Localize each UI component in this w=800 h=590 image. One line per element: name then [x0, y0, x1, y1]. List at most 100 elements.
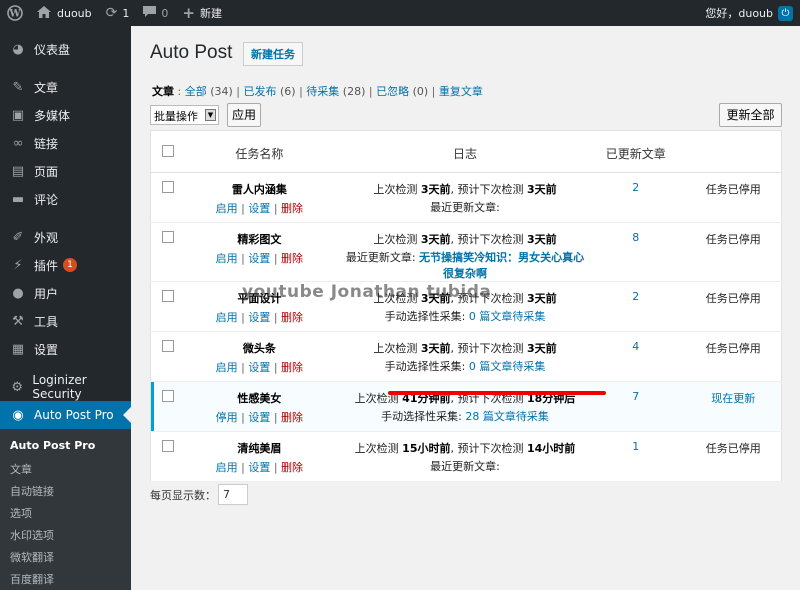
updated-count-cell: 7: [585, 381, 686, 432]
filter-duplicate[interactable]: 重复文章: [439, 85, 483, 98]
menu-settings[interactable]: ▦ 设置: [0, 335, 131, 363]
settings-task-link[interactable]: 设置: [248, 252, 270, 265]
log-link[interactable]: 无节操搞笑冷知识：男女关心真心很复杂啊: [419, 251, 584, 280]
updated-count-link[interactable]: 2: [632, 290, 639, 303]
per-page-input[interactable]: 7: [218, 484, 248, 505]
menu-links[interactable]: ∞ 链接: [0, 129, 131, 157]
task-name-cell: 雷人内涵集 启用 | 设置 | 删除: [174, 172, 345, 223]
menu-loginizer[interactable]: ⚙ Loginizer Security: [0, 373, 131, 401]
menu-dashboard[interactable]: ◕ 仪表盘: [0, 35, 131, 63]
updated-count-link[interactable]: 2: [632, 181, 639, 194]
submenu-microsoft-translate[interactable]: 微软翻译: [0, 545, 131, 567]
row-actions: 启用 | 设置 | 删除: [174, 250, 344, 266]
menu-media[interactable]: ▣ 多媒体: [0, 101, 131, 129]
dashboard-icon: ◕: [12, 41, 24, 57]
updated-count-link[interactable]: 7: [632, 390, 639, 403]
menu-comments[interactable]: ▬ 评论: [0, 185, 131, 213]
comments-link[interactable]: 0: [136, 0, 175, 26]
delete-task-link[interactable]: 删除: [281, 202, 303, 215]
next-check-time: 3天前: [526, 292, 557, 305]
task-status: 任务已停用: [705, 233, 761, 246]
menu-label: 用户: [34, 286, 59, 301]
row-checkbox[interactable]: [162, 340, 174, 352]
menu-plugins[interactable]: ⚡ 插件 1: [0, 251, 131, 279]
submenu-options[interactable]: 选项: [0, 501, 131, 523]
submenu-auto-post-pro[interactable]: Auto Post Pro: [0, 435, 131, 457]
task-name: 雷人内涵集: [231, 183, 287, 196]
filter-pending[interactable]: 待采集: [306, 85, 339, 98]
table-row: 微头条 启用 | 设置 | 删除 上次检测 3天前, 预计下次检测 3天前 手动选择性…: [150, 331, 782, 382]
toggle-task-link[interactable]: 停用: [216, 411, 238, 424]
menu-posts[interactable]: ✎ 文章: [0, 73, 131, 101]
submenu-auto-links[interactable]: 自动链接: [0, 479, 131, 501]
row-checkbox[interactable]: [162, 181, 174, 193]
log-link[interactable]: 28 篇文章待采集: [465, 410, 549, 423]
submenu-watermark-options[interactable]: 水印选项: [0, 523, 131, 545]
menu-tools[interactable]: ⚒ 工具: [0, 307, 131, 335]
updated-count-link[interactable]: 4: [632, 340, 639, 353]
menu-pages[interactable]: ▤ 页面: [0, 157, 131, 185]
submenu-baidu-translate[interactable]: 百度翻译: [0, 567, 131, 589]
page-icon: ▤: [11, 163, 25, 179]
updates-link[interactable]: ⟳ 1: [99, 0, 137, 26]
delete-task-link[interactable]: 删除: [281, 311, 303, 324]
menu-appearance[interactable]: ✐ 外观: [0, 223, 131, 251]
settings-task-link[interactable]: 设置: [248, 361, 270, 374]
comment-icon: ▬: [11, 191, 25, 207]
row-checkbox[interactable]: [162, 440, 174, 452]
settings-task-link[interactable]: 设置: [248, 411, 270, 424]
settings-task-link[interactable]: 设置: [248, 202, 270, 215]
filter-all[interactable]: 全部: [185, 85, 207, 98]
task-log-cell: 上次检测 3天前, 预计下次检测 3天前 手动选择性采集: 0 篇文章待采集: [344, 331, 586, 382]
toggle-task-link[interactable]: 启用: [216, 311, 238, 324]
menu-users[interactable]: ● 用户: [0, 279, 131, 307]
filter-published[interactable]: 已发布: [244, 85, 277, 98]
action-separator: |: [273, 461, 278, 474]
update-now-link[interactable]: 现在更新: [711, 392, 755, 405]
filter-ignored[interactable]: 已忽略: [376, 85, 409, 98]
apply-button[interactable]: 应用: [227, 103, 261, 127]
row-checkbox[interactable]: [162, 390, 174, 402]
action-separator: |: [241, 411, 245, 424]
task-name: 微头条: [242, 342, 276, 355]
new-content-link[interactable]: + 新建: [175, 0, 229, 26]
delete-task-link[interactable]: 删除: [281, 411, 303, 424]
menu-auto-post-pro[interactable]: ◉ Auto Post Pro: [0, 401, 131, 429]
table-row: 性感美女 停用 | 设置 | 删除 上次检测 41分钟前, 预计下次检测 18分钟后…: [150, 381, 782, 432]
bulk-action-select[interactable]: 批量操作 ▼: [150, 105, 219, 125]
settings-task-link[interactable]: 设置: [248, 461, 270, 474]
next-check-time: 3天前: [526, 183, 557, 196]
row-actions: 启用 | 设置 | 删除: [174, 309, 344, 325]
updated-count-link[interactable]: 8: [632, 231, 639, 244]
toggle-task-link[interactable]: 启用: [216, 252, 238, 265]
log-link[interactable]: 0 篇文章待采集: [469, 310, 546, 323]
delete-task-link[interactable]: 删除: [281, 461, 303, 474]
action-separator: |: [241, 361, 245, 374]
log-link[interactable]: 0 篇文章待采集: [469, 360, 546, 373]
check-log: 上次检测 3天前, 预计下次检测 3天前: [344, 340, 586, 356]
my-account-link[interactable]: 您好，duoub ⏻: [698, 0, 800, 26]
site-name-link[interactable]: duoub: [30, 0, 99, 26]
toggle-task-link[interactable]: 启用: [216, 461, 238, 474]
toggle-task-link[interactable]: 启用: [216, 202, 238, 215]
submenu-posts[interactable]: 文章: [0, 457, 131, 479]
log-text: 手动选择性采集:: [384, 310, 469, 323]
check-log: 上次检测 3天前, 预计下次检测 3天前: [344, 181, 586, 197]
media-icon: ▣: [11, 107, 25, 123]
last-check-time: 3天前: [420, 183, 451, 196]
updated-count-link[interactable]: 1: [632, 440, 639, 453]
select-all-checkbox[interactable]: [162, 145, 174, 157]
check-log: 上次检测 3天前, 预计下次检测 3天前: [344, 231, 586, 247]
row-checkbox[interactable]: [162, 231, 174, 243]
task-name: 性感美女: [237, 392, 282, 405]
row-checkbox[interactable]: [162, 290, 174, 302]
power-icon: ⏻: [778, 5, 793, 21]
add-new-task-button[interactable]: 新建任务: [243, 42, 303, 66]
settings-task-link[interactable]: 设置: [248, 311, 270, 324]
toggle-task-link[interactable]: 启用: [216, 361, 238, 374]
update-all-button[interactable]: 更新全部: [719, 103, 782, 127]
delete-task-link[interactable]: 删除: [281, 361, 303, 374]
wordpress-logo-icon[interactable]: W: [0, 0, 30, 26]
delete-task-link[interactable]: 删除: [281, 252, 303, 265]
menu-label: 链接: [34, 136, 59, 151]
